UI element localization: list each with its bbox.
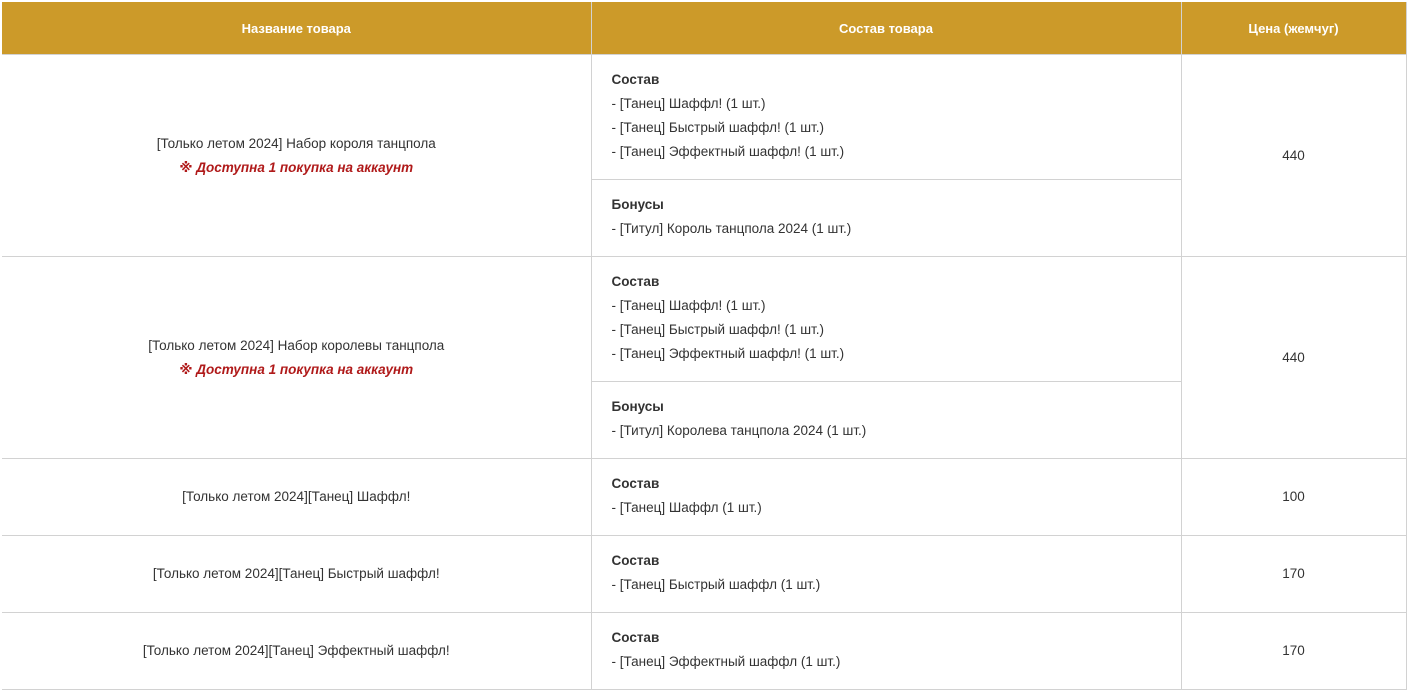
table-header-row: Название товара Состав товара Цена (жемч… [2, 2, 1407, 55]
bonus-item: - [Титул] Король танцпола 2024 (1 шт.) [611, 221, 852, 236]
product-name: [Только летом 2024] Набор короля танцпол… [156, 135, 436, 151]
price-cell: 100 [1180, 458, 1407, 536]
composition-title: Состав [611, 476, 660, 491]
header-composition: Состав товара [590, 2, 1182, 55]
composition-title: Состав [611, 630, 660, 645]
table-row: [Только летом 2024][Танец] Эффектный шаф… [2, 612, 1407, 690]
product-name: [Только летом 2024][Танец] Быстрый шаффл… [152, 566, 440, 581]
header-price: Цена (жемчуг) [1180, 2, 1407, 55]
composition-title: Состав [611, 274, 660, 289]
product-name-cell: [Только летом 2024][Танец] Эффектный шаф… [2, 612, 592, 690]
product-name-cell: [Только летом 2024][Танец] Шаффл! [2, 458, 592, 536]
bonus-title: Бонусы [611, 399, 664, 414]
price-cell: 170 [1180, 535, 1407, 613]
table-row: [Только летом 2024][Танец] Быстрый шаффл… [2, 535, 1407, 613]
bonus-item: - [Титул] Королева танцпола 2024 (1 шт.) [611, 423, 867, 438]
composition-item: - [Танец] Шаффл (1 шт.) [611, 500, 762, 515]
product-name-cell: [Только летом 2024][Танец] Быстрый шаффл… [2, 535, 592, 613]
composition-item: - [Танец] Быстрый шаффл (1 шт.) [611, 577, 821, 592]
table-row: [Только летом 2024] Набор королевы танцп… [2, 256, 1407, 459]
product-name: [Только летом 2024] Набор королевы танцп… [148, 337, 445, 353]
composition-cell: Состав - [Танец] Быстрый шаффл (1 шт.) [590, 535, 1182, 613]
table-row: [Только летом 2024] Набор короля танцпол… [2, 54, 1407, 257]
table-row: [Только летом 2024][Танец] Шаффл! Состав… [2, 458, 1407, 536]
composition-item: - [Танец] Шаффл! (1 шт.) [611, 96, 766, 111]
composition-cell: Состав - [Танец] Шаффл! (1 шт.) - [Танец… [590, 256, 1182, 382]
purchase-limit-note: ※ Доступна 1 покупка на аккаунт [179, 159, 414, 175]
composition-item: - [Танец] Быстрый шаффл! (1 шт.) [611, 322, 825, 337]
price-cell: 440 [1180, 256, 1407, 459]
product-name-cell: [Только летом 2024] Набор короля танцпол… [2, 54, 592, 257]
composition-cell: Состав - [Танец] Шаффл! (1 шт.) - [Танец… [590, 54, 1182, 180]
composition-title: Состав [611, 553, 660, 568]
header-name: Название товара [2, 2, 592, 55]
bonus-title: Бонусы [611, 197, 664, 212]
price-cell: 440 [1180, 54, 1407, 257]
composition-item: - [Танец] Быстрый шаффл! (1 шт.) [611, 120, 825, 135]
product-table-container: Название товара Состав товара Цена (жемч… [2, 2, 1407, 690]
bonus-cell: Бонусы - [Титул] Королева танцпола 2024 … [590, 381, 1182, 459]
price-cell: 170 [1180, 612, 1407, 690]
bonus-cell: Бонусы - [Титул] Король танцпола 2024 (1… [590, 179, 1182, 257]
composition-item: - [Танец] Эффектный шаффл (1 шт.) [611, 654, 841, 669]
product-name: [Только летом 2024][Танец] Шаффл! [182, 489, 411, 504]
composition-title: Состав [611, 72, 660, 87]
product-name: [Только летом 2024][Танец] Эффектный шаф… [142, 643, 450, 658]
composition-item: - [Танец] Шаффл! (1 шт.) [611, 298, 766, 313]
composition-cell: Состав - [Танец] Эффектный шаффл (1 шт.) [590, 612, 1182, 690]
composition-cell: Состав - [Танец] Шаффл (1 шт.) [590, 458, 1182, 536]
product-table: Название товара Состав товара Цена (жемч… [2, 2, 1407, 690]
purchase-limit-note: ※ Доступна 1 покупка на аккаунт [179, 361, 414, 377]
composition-item: - [Танец] Эффектный шаффл! (1 шт.) [611, 346, 845, 361]
composition-item: - [Танец] Эффектный шаффл! (1 шт.) [611, 144, 845, 159]
product-name-cell: [Только летом 2024] Набор королевы танцп… [2, 256, 592, 459]
